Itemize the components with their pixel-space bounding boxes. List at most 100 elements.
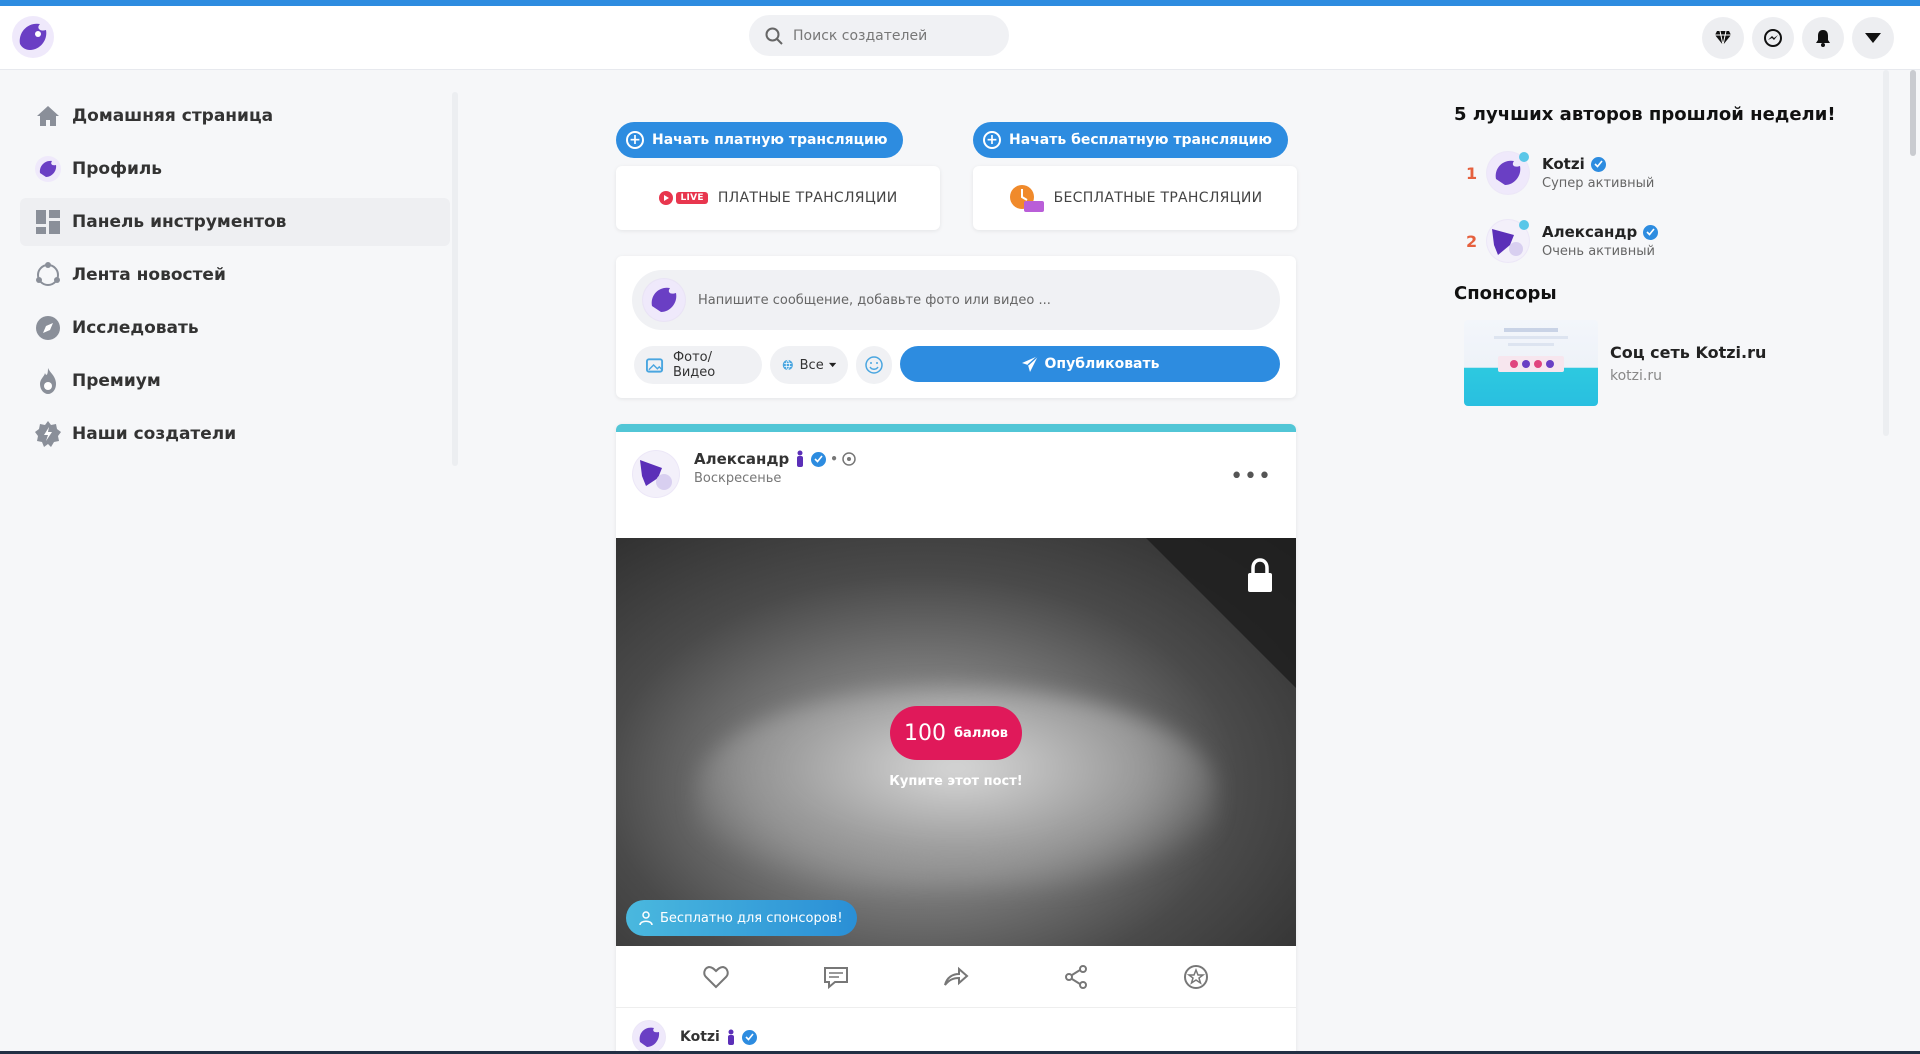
flame-icon [34,367,62,395]
sidebar-scrollbar[interactable] [452,92,458,466]
photo-video-button[interactable]: Фото/Видео [634,346,762,384]
more-options-icon[interactable]: ••• [1230,464,1272,489]
creator-badge-icon [797,450,804,467]
sidebar-item-home[interactable]: Домашняя страница [20,92,450,140]
sidebar-item-premium[interactable]: Премиум [20,357,450,405]
favorite-icon[interactable] [1183,964,1209,990]
post-header: Александр • Воскресенье [632,450,856,498]
home-icon [34,102,62,130]
paid-streams-label: ПЛАТНЫЕ ТРАНСЛЯЦИИ [717,190,898,206]
free-streams-label: БЕСПЛАТНЫЕ ТРАНСЛЯЦИИ [1053,190,1263,206]
lock-icon [1248,558,1272,592]
messenger-icon [1764,29,1782,47]
buy-post-text: Купите этот пост! [889,774,1023,789]
sidebar-item-explore[interactable]: Исследовать [20,304,450,352]
top-author-item[interactable]: 1 Kotzi Супер активный [1466,139,1874,207]
comment-row: Kotzi [632,1020,757,1054]
avatar[interactable] [632,1020,666,1054]
site-logo[interactable] [10,14,56,60]
top-bar [0,6,1920,70]
share-icon[interactable] [1063,964,1089,990]
creators-icon [34,420,62,448]
free-live-icon [1008,183,1044,213]
start-free-stream-button[interactable]: + Начать бесплатную трансляцию [973,122,1288,158]
paid-streams-card[interactable]: LIVE ПЛАТНЫЕ ТРАНСЛЯЦИИ [616,166,940,230]
page-scrollbar-thumb[interactable] [1910,70,1916,156]
price-value: 100 [903,720,946,746]
account-menu-button[interactable] [1852,17,1894,59]
top-author-name: Александр [1542,223,1659,241]
comment-author-name[interactable]: Kotzi [680,1029,720,1045]
post-author-name: Александр [694,450,790,468]
composer-input[interactable] [698,292,1258,308]
bell-icon [1816,30,1830,47]
start-paid-stream-button[interactable]: + Начать платную трансляцию [616,122,904,158]
sidebar-item-dashboard[interactable]: Панель инструментов [20,198,450,246]
post-accent-bar [616,424,1296,432]
diamond-icon [1715,30,1731,46]
avatar [1486,219,1530,263]
composer-input-wrap[interactable] [632,270,1280,330]
avatar[interactable] [632,450,680,498]
sidebar-item-label: Лента новостей [72,265,226,285]
sidebar-item-creators[interactable]: Наши создатели [20,410,450,458]
free-streams-card[interactable]: БЕСПЛАТНЫЕ ТРАНСЛЯЦИИ [973,166,1297,230]
emoji-button[interactable] [856,346,892,384]
plus-icon: + [626,131,644,149]
sidebar-item-label: Домашняя страница [72,106,274,126]
comment-icon[interactable] [823,965,849,989]
profile-avatar-icon [34,155,62,183]
top-author-rank: 2 [1466,231,1478,251]
avatar [1486,151,1530,195]
post-author[interactable]: Александр • [694,450,856,468]
notifications-button[interactable] [1802,17,1844,59]
publish-button[interactable]: Опубликовать [900,346,1280,382]
price-badge[interactable]: 100 баллов [890,706,1022,760]
top-author-name-text: Kotzi [1542,155,1585,173]
sponsor-item[interactable]: Соц сеть Kotzi.ru kotzi.ru [1464,320,1874,406]
sponsor-thumbnail[interactable] [1464,320,1598,406]
diamond-button[interactable] [1702,17,1744,59]
post-actions [616,946,1296,1008]
search-bar[interactable] [749,15,1009,56]
verified-icon [1590,156,1606,172]
sidebar-nav: Домашняя страница Профиль Панель инструм… [20,92,450,463]
audience-label: Все [799,357,824,373]
sidebar-item-label: Премиум [72,371,161,391]
audience-select[interactable]: Все [770,346,848,384]
sidebar-item-newsfeed[interactable]: Лента новостей [20,251,450,299]
post-composer: Фото/Видео Все Опубликовать [616,256,1296,398]
publish-label: Опубликовать [1044,356,1160,372]
verified-icon [811,451,827,467]
verified-icon [1643,224,1659,240]
free-for-sponsors-label: Бесплатно для спонсоров! [660,910,843,926]
top-author-item[interactable]: 2 Александр Очень активный [1466,207,1874,275]
sponsor-title[interactable]: Соц сеть Kotzi.ru [1610,343,1766,362]
locked-media[interactable]: 100 баллов Купите этот пост! Бесплатно д… [616,538,1296,946]
post-card: Александр • Воскресенье ••• 100 баллов К… [616,424,1296,1054]
globe-icon [782,359,793,371]
sponsor-url[interactable]: kotzi.ru [1610,368,1766,384]
plus-icon: + [983,131,1001,149]
free-for-sponsors-badge[interactable]: Бесплатно для спонсоров! [626,900,857,936]
messenger-button[interactable] [1752,17,1794,59]
top-author-status: Очень активный [1542,244,1655,259]
privacy-icon [842,452,856,466]
emoji-icon [865,356,883,374]
search-input[interactable] [793,27,993,44]
dashboard-icon [34,208,62,236]
top-author-name: Kotzi [1542,155,1654,173]
live-badge-icon: LIVE [658,190,708,206]
right-sidebar: 5 лучших авторов прошлой недели! 1 Kotzi… [1454,104,1874,406]
sidebar-item-label: Наши создатели [72,424,237,444]
like-icon[interactable] [703,965,729,989]
sponsors-title: Спонсоры [1454,283,1557,304]
live-badge: LIVE [676,192,708,204]
repost-icon[interactable] [943,965,969,989]
compass-icon [34,314,62,342]
photo-video-label: Фото/Видео [672,350,716,380]
sidebar-item-label: Исследовать [72,318,199,338]
top-authors-title: 5 лучших авторов прошлой недели! [1454,104,1836,125]
right-sidebar-scrollbar[interactable] [1883,70,1889,436]
sidebar-item-profile[interactable]: Профиль [20,145,450,193]
